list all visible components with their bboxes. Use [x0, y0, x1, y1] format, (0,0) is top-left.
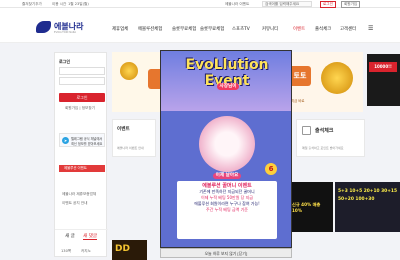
bottom-ad-2-text: 5+3 10+5 20+10 30+15 50+20 100+30 [338, 189, 398, 202]
telegram-banner[interactable]: ➤ 텔레그램 공식 채널에서 최신 정보를 받아보세요 [59, 133, 105, 147]
attendance-title: 출석체크 [315, 128, 334, 134]
password-field[interactable] [59, 77, 105, 85]
nav-item-slot-1[interactable]: 슬롯무료체험 [172, 26, 196, 32]
side-ad[interactable]: 10000!! [367, 54, 400, 106]
evolution-event-button[interactable]: 에볼루션 이벤트 [59, 165, 105, 172]
calendar-icon [302, 126, 311, 135]
popup-number-badge: 6 [265, 163, 277, 175]
new-posts-tabs: 새 글 새 댓글 [55, 229, 108, 241]
notice-text: 이용 시간 [52, 2, 67, 6]
event-card-title: 이벤트 [117, 127, 130, 132]
tab-new-comments[interactable]: 새 댓글 [83, 233, 98, 240]
bookmark-link[interactable]: 즐겨찾기추가 [22, 2, 42, 7]
attendance-sub: 매일 출석하고 포인트 받아가세요 [302, 146, 344, 150]
toto-banner-right-label: 토토 [289, 66, 311, 86]
partner-list-item[interactable]: 에볼나라 제휴보증업체 [62, 192, 96, 197]
toto-banner-right[interactable]: 토토 지금 바로 [287, 52, 363, 112]
popup-ribbon: 이제 날아요 [213, 173, 241, 179]
bottom-ad-3[interactable]: DD [112, 240, 147, 260]
popup-info-box: 에볼루션 꿀머니 이벤트 기존에 만족하던 지급되던 꿀머니 이제 누적 베팅 … [177, 181, 277, 239]
post-category: 카지노 [81, 249, 91, 253]
date-text: 1월 23일(월) [68, 2, 89, 6]
event-card[interactable]: 이벤트 에볼나라 이벤트 안내 [112, 119, 156, 157]
search-input[interactable]: 검색어를 입력해주세요 [262, 1, 312, 7]
popup-close-button[interactable]: 오늘 하루 보지 않기 [닫기] [160, 248, 292, 258]
coin-icon [120, 62, 138, 80]
sidebar: 로그인 로그인 회원가입 | 정보찾기 ➤ 텔레그램 공식 채널에서 최신 정보… [54, 52, 108, 257]
nav-item-attendance[interactable]: 출석체크 [315, 26, 331, 32]
find-links[interactable]: 회원가입 | 정보찾기 [65, 106, 95, 111]
nav-item-event[interactable]: 이벤트 [293, 26, 305, 32]
menu-icon[interactable]: ☰ [368, 25, 373, 32]
id-field[interactable] [59, 67, 105, 75]
popup-line-4: 주간 누적 베팅 금액 기준 [206, 207, 248, 212]
popup-title-line-1: EvoLlution [185, 57, 269, 73]
event-popup: EvoLlution Event 사장님이 이제 날아요 6 에볼루션 꿀머니 … [160, 50, 292, 248]
popup-character-image [199, 116, 255, 172]
telegram-icon: ➤ [62, 137, 69, 144]
event-link[interactable]: 에볼나라 이벤트 [225, 2, 249, 7]
side-ad-label: 10000!! [369, 62, 397, 72]
login-title: 로그인 [59, 59, 71, 64]
popup-badge: 사장님이 [217, 83, 239, 90]
logo-mark-icon [36, 21, 51, 33]
login-link[interactable]: 로그인 [320, 1, 336, 8]
join-link[interactable]: 회원가입 [341, 1, 361, 8]
nav-item-partners[interactable]: 제휴업체 [112, 26, 128, 32]
header: 에볼나라 EVOLUTION NARA 제휴업체 에볼루션체험 슬롯무료체험 슬… [0, 8, 400, 43]
bottom-ad-1-text: 신규 40% 매충 10% [292, 202, 321, 213]
nav-item-evolution[interactable]: 에볼루션체험 [138, 26, 162, 32]
post-count: 130쪽 [61, 249, 72, 253]
bottom-ad-1[interactable]: 신규 40% 매충 10% [290, 182, 333, 232]
coin-bag-icon [321, 62, 353, 94]
logo-subtitle: EVOLUTION NARA [54, 31, 77, 34]
login-button[interactable]: 로그인 [59, 93, 105, 102]
nav-item-community[interactable]: 커뮤니티 [262, 26, 278, 32]
right-banner-caption: 지금 바로 [291, 99, 305, 103]
bottom-ad-3-logo: DD [115, 244, 130, 254]
event-list-item[interactable]: 이벤트 공지 안내 [62, 201, 87, 206]
nav-item-support[interactable]: 고객센터 [340, 26, 356, 32]
telegram-text-2: 최신 정보를 받아보세요 [71, 142, 103, 146]
nav-item-sports[interactable]: 스포츠TV [232, 26, 250, 32]
bottom-ad-2[interactable]: 5+3 10+5 20+10 30+15 50+20 100+30 [335, 182, 400, 232]
event-card-sub: 에볼나라 이벤트 안내 [117, 146, 144, 150]
top-bar: 즐겨찾기추가 이용 시간 1월 23일(월) 에볼나라 이벤트 검색어를 입력해… [0, 0, 400, 8]
attendance-card[interactable]: 출석체크 매일 출석하고 포인트 받아가세요 [296, 119, 365, 157]
nav-item-slot-2[interactable]: 슬롯무료체험 [200, 26, 224, 32]
tab-new-posts[interactable]: 새 글 [65, 233, 75, 239]
